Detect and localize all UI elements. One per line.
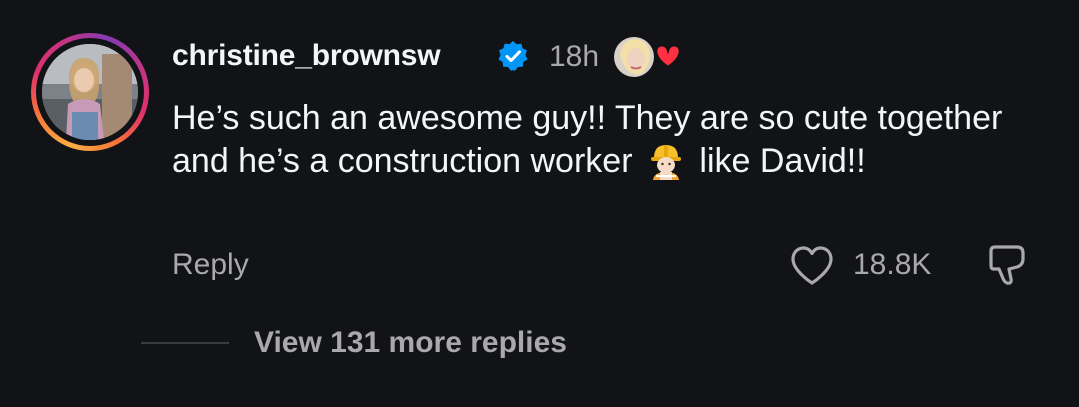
- like-count: 18.8K: [853, 248, 932, 281]
- thumbs-down-icon[interactable]: [985, 243, 1027, 287]
- creator-liked-heart-icon: [614, 37, 682, 77]
- story-ring-avatar[interactable]: [31, 33, 149, 151]
- comment-username[interactable]: christine_brownsw: [172, 36, 441, 76]
- replies-divider: [141, 342, 229, 344]
- verified-badge-icon: [498, 41, 528, 71]
- reply-button[interactable]: Reply: [172, 245, 249, 285]
- comment-text: He’s such an awesome guy!! They are so c…: [172, 97, 1052, 183]
- heart-outline-icon[interactable]: [789, 245, 835, 287]
- comment-text-part-1: He’s such an awesome guy!! They are so c…: [172, 99, 1003, 180]
- view-more-replies-button[interactable]: View 131 more replies: [254, 323, 567, 363]
- avatar[interactable]: [42, 44, 138, 140]
- construction-worker-emoji: [650, 145, 681, 180]
- comment-timestamp: 18h: [549, 40, 600, 73]
- avatar-photo: [42, 44, 138, 140]
- comment-text-part-2: like David!!: [699, 142, 866, 180]
